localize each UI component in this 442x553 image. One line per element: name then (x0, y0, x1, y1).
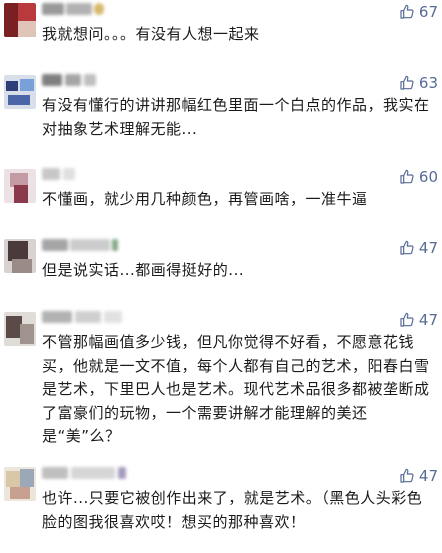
like-count: 47 (418, 239, 438, 257)
thumbs-up-icon (400, 468, 414, 483)
username-redacted[interactable] (42, 167, 76, 181)
like-count: 67 (418, 3, 438, 21)
thumbs-up-icon (400, 75, 414, 90)
like-count: 63 (418, 74, 438, 92)
avatar[interactable] (4, 169, 36, 203)
thumbs-up-icon (400, 240, 414, 255)
like-count: 47 (418, 311, 438, 329)
avatar[interactable] (4, 312, 36, 346)
like-button[interactable]: 47 (399, 238, 438, 258)
like-button[interactable]: 67 (399, 2, 438, 22)
like-button[interactable]: 47 (399, 310, 438, 330)
username-redacted[interactable] (42, 2, 104, 16)
avatar[interactable] (4, 75, 36, 109)
avatar[interactable] (4, 467, 36, 501)
comment-text: 我就想问。。。有没有人想一起来 (42, 25, 260, 43)
thumbs-up-icon (400, 169, 414, 184)
username-redacted[interactable] (42, 466, 128, 480)
like-button[interactable]: 47 (399, 466, 438, 486)
thumbs-up-icon (400, 312, 414, 327)
like-count: 47 (418, 467, 438, 485)
like-button[interactable]: 63 (399, 73, 438, 93)
comment-text: 不懂画，就少用几种颜色，再管画啥，一准牛逼 (42, 190, 368, 208)
comment-text: 但是说实话...都画得挺好的... (42, 261, 245, 279)
thumbs-up-icon (400, 4, 414, 19)
like-count: 60 (418, 168, 438, 186)
avatar[interactable] (4, 3, 36, 37)
username-redacted[interactable] (42, 238, 120, 252)
username-redacted[interactable] (42, 310, 124, 324)
comment-text: 不管那幅画值多少钱，但凡你觉得不好看，不愿意花钱买，他就是一文不值，每个人都有自… (42, 333, 430, 445)
comment-text: 有没有懂行的讲讲那幅红色里面一个白点的作品，我实在对抽象艺术理解无能... (42, 96, 430, 138)
like-button[interactable]: 60 (399, 167, 438, 187)
avatar[interactable] (4, 239, 36, 273)
username-redacted[interactable] (42, 73, 96, 87)
comment-text: 也许...只要它被创作出来了，就是艺术。（黑色人头彩色脸的图我很喜欢哎！想买的那… (42, 489, 423, 531)
